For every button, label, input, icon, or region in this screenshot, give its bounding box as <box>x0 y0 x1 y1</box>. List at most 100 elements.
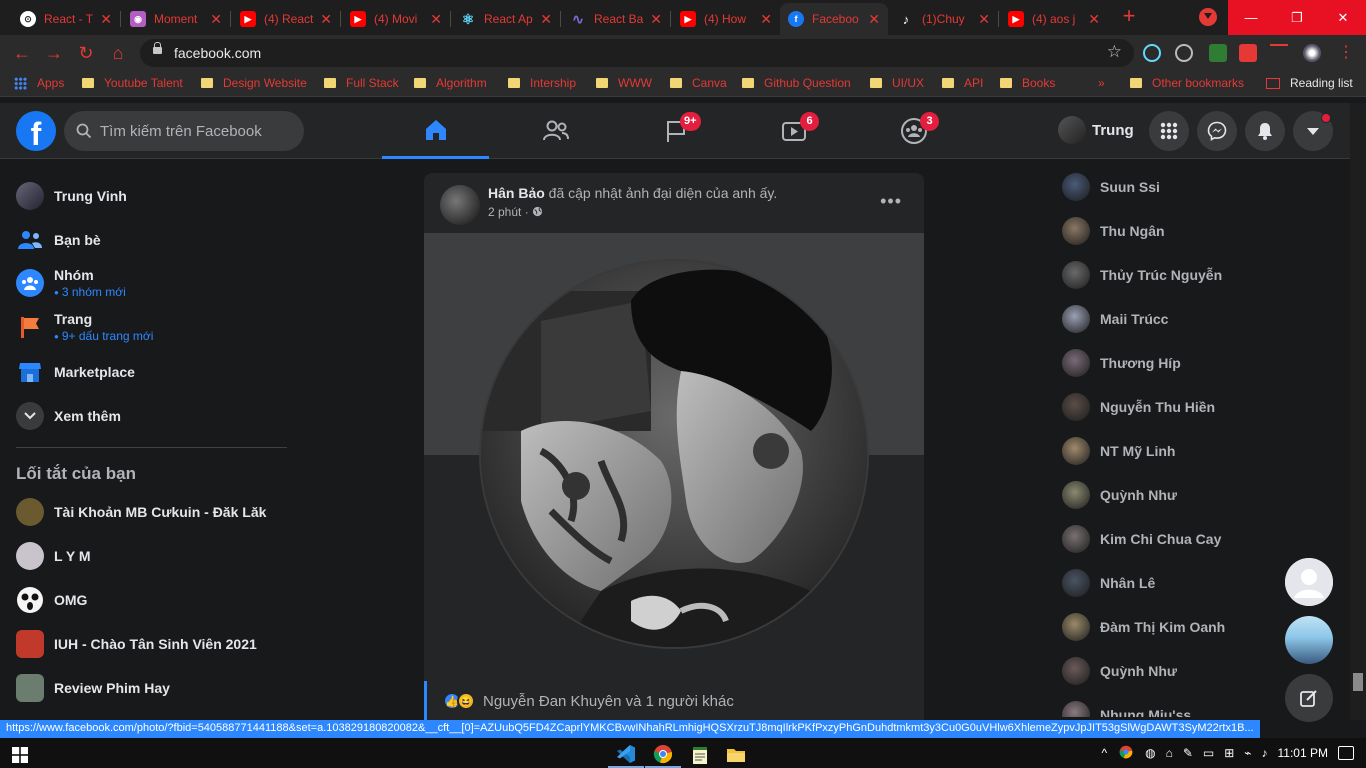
address-bar[interactable]: facebook.com ☆ <box>140 39 1134 67</box>
bookmark-folder[interactable]: Github Question <box>742 76 851 90</box>
contact-item[interactable]: Suun Ssi <box>1062 173 1160 201</box>
contact-item[interactable]: Maii Trúcc <box>1062 305 1168 333</box>
restore-button[interactable]: ❐ <box>1274 0 1320 35</box>
contact-item[interactable]: Nhung Miu'ss <box>1062 701 1191 717</box>
taskbar-chrome[interactable] <box>645 741 681 768</box>
tray-app-icon[interactable]: ⌂ <box>1166 746 1173 760</box>
close-icon[interactable]: ✕ <box>1088 11 1100 28</box>
shortcut-item[interactable]: L Y M <box>16 542 91 570</box>
tray-volume-icon[interactable]: ♪ <box>1262 746 1268 760</box>
close-icon[interactable]: ✕ <box>760 11 772 28</box>
shortcut-item[interactable]: IUH - Chào Tân Sinh Viên 2021 <box>16 630 257 658</box>
close-window-button[interactable]: ✕ <box>1320 0 1366 35</box>
sidebar-item-pages[interactable]: Trang 9+ dấu trang mới <box>16 311 153 343</box>
shortcut-item[interactable]: Review Phim Hay <box>16 674 170 702</box>
contact-item[interactable]: Kim Chi Chua Cay <box>1062 525 1221 553</box>
browser-tab[interactable]: ∿ React Ba ✕ <box>562 3 670 35</box>
contact-item[interactable]: Đàm Thị Kim Oanh <box>1062 613 1225 641</box>
sidebar-item-marketplace[interactable]: Marketplace <box>16 358 135 386</box>
reading-list-icon[interactable] <box>1270 44 1288 62</box>
browser-tab[interactable]: ♪ (1)Chuy ✕ <box>890 3 998 35</box>
close-icon[interactable]: ✕ <box>868 11 880 28</box>
bookmark-folder[interactable]: Algorithm <box>414 76 487 90</box>
reading-list[interactable]: Reading list <box>1266 76 1353 90</box>
post-author-avatar[interactable] <box>440 185 480 225</box>
sidebar-item-profile[interactable]: Trung Vinh <box>16 182 127 210</box>
post-more-button[interactable]: ••• <box>880 191 902 212</box>
back-button[interactable]: ← <box>10 41 34 65</box>
tab-friends[interactable] <box>502 103 609 159</box>
bookmark-folder[interactable]: API <box>942 76 983 90</box>
chat-head-avatar[interactable] <box>1285 558 1333 606</box>
browser-tab[interactable]: ◉ Moment ✕ <box>122 3 230 35</box>
tray-battery-icon[interactable]: ▭ <box>1203 746 1214 760</box>
close-icon[interactable]: ✕ <box>978 11 990 28</box>
shortcut-item[interactable]: Tài Khoản MB Cưkuin - Đăk Lăk <box>16 498 266 526</box>
bookmark-folder[interactable]: Books <box>1000 76 1055 90</box>
close-icon[interactable]: ✕ <box>320 11 332 28</box>
bookmark-folder[interactable]: UI/UX <box>870 76 924 90</box>
clock[interactable]: 11:01 PM <box>1278 746 1328 760</box>
tray-wifi-icon[interactable]: ⌁ <box>1244 746 1251 760</box>
tray-network-icon[interactable]: ⊞ <box>1224 746 1234 760</box>
taskbar-explorer[interactable] <box>718 741 754 768</box>
contact-item[interactable]: Thủy Trúc Nguyễn <box>1062 261 1222 289</box>
shortcut-item[interactable]: OMG <box>16 586 87 614</box>
search-box[interactable] <box>64 111 304 151</box>
puzzle-icon[interactable] <box>1239 44 1257 62</box>
bookmark-folder[interactable]: Design Website <box>201 76 307 90</box>
tray-app-icon[interactable]: ◍ <box>1145 746 1155 760</box>
sidebar-item-groups[interactable]: Nhóm 3 nhóm mới <box>16 267 126 299</box>
bookmark-folder[interactable]: Youtube Talent <box>82 76 183 90</box>
close-icon[interactable]: ✕ <box>650 11 662 28</box>
facebook-logo[interactable]: f <box>16 111 56 151</box>
reaction-summary[interactable]: 👍 😆 Nguyễn Đan Khuyên và 1 người khác <box>424 681 924 721</box>
contact-item[interactable]: Thu Ngân <box>1062 217 1165 245</box>
react-devtools-icon[interactable] <box>1143 44 1161 62</box>
tab-groups[interactable]: 3 <box>860 103 967 159</box>
new-tab-button[interactable]: + <box>1118 5 1140 28</box>
minimize-button[interactable]: — <box>1228 0 1274 35</box>
extension-icon[interactable] <box>1175 44 1193 62</box>
browser-tab[interactable]: ▶ (4) aos j ✕ <box>1000 3 1108 35</box>
tray-chevron-icon[interactable]: ^ <box>1101 746 1107 760</box>
bookmark-folder[interactable]: Canva <box>670 76 727 90</box>
contact-item[interactable]: NT Mỹ Linh <box>1062 437 1175 465</box>
browser-tab[interactable]: ▶ (4) How ✕ <box>672 3 780 35</box>
new-message-button[interactable] <box>1285 674 1333 722</box>
bookmark-star-icon[interactable]: ☆ <box>1107 42 1122 62</box>
browser-tab-active[interactable]: f Faceboo ✕ <box>780 3 888 35</box>
post-timestamp[interactable]: 2 phút · <box>488 205 543 219</box>
start-button[interactable] <box>2 741 38 768</box>
more-icon[interactable]: ⋮ <box>1334 41 1358 65</box>
chrome-menu-icon[interactable] <box>1199 8 1217 26</box>
extension-icon[interactable] <box>1209 44 1227 62</box>
bookmark-folder[interactable]: Full Stack <box>324 76 399 90</box>
home-button[interactable]: ⌂ <box>106 41 130 65</box>
other-bookmarks[interactable]: Other bookmarks <box>1130 76 1244 90</box>
browser-tab[interactable]: ⚛ React Ap ✕ <box>452 3 560 35</box>
tab-pages[interactable]: 9+ <box>622 103 729 159</box>
taskbar-notes[interactable] <box>682 741 718 768</box>
profile-avatar[interactable] <box>1303 44 1321 62</box>
close-icon[interactable]: ✕ <box>210 11 222 28</box>
sidebar-item-friends[interactable]: Bạn bè <box>16 226 101 254</box>
forward-button[interactable]: → <box>42 41 66 65</box>
tray-chrome-icon[interactable] <box>1119 745 1133 762</box>
reaction-text[interactable]: Nguyễn Đan Khuyên và 1 người khác <box>483 693 734 710</box>
close-icon[interactable]: ✕ <box>100 11 112 28</box>
bookmark-folder[interactable]: WWW <box>596 76 652 90</box>
contact-item[interactable]: Thương Híp <box>1062 349 1181 377</box>
contact-item[interactable]: Nhân Lê <box>1062 569 1155 597</box>
tab-watch[interactable]: 6 <box>740 103 847 159</box>
search-input[interactable] <box>100 122 290 140</box>
browser-tab[interactable]: ▶ (4) React ✕ <box>232 3 340 35</box>
browser-tab[interactable]: ⊙ React - T ✕ <box>12 3 120 35</box>
messenger-button[interactable] <box>1197 111 1237 151</box>
browser-tab[interactable]: ▶ (4) Movi ✕ <box>342 3 450 35</box>
menu-button[interactable] <box>1149 111 1189 151</box>
contact-item[interactable]: Quỳnh Như <box>1062 657 1177 685</box>
notifications-button[interactable] <box>1245 111 1285 151</box>
profile-photo[interactable] <box>479 259 869 649</box>
tray-pen-icon[interactable]: ✎ <box>1183 746 1193 760</box>
